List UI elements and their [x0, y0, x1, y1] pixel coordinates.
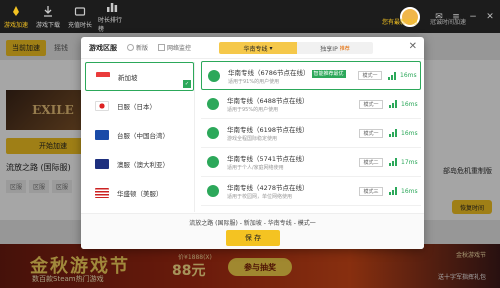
nav-label: 时长排行榜	[98, 17, 123, 33]
server-text: 华南专线（6198节点在线） 游戏全程国际稳定使用	[227, 124, 359, 142]
recommend-badge: 推荐	[339, 45, 350, 52]
server-name: 华南专线（6488节点在线）	[227, 97, 309, 105]
dialog-title: 游戏区服	[89, 43, 117, 52]
server-text: 华南专线（6786节点在线） 智能推荐最优 适用于91%的用户使用	[228, 67, 358, 85]
nav-label: 游戏下载	[35, 22, 60, 29]
server-node-icon	[207, 98, 219, 110]
download-icon	[41, 4, 55, 18]
server-ping: 16ms	[401, 129, 418, 137]
mode-select[interactable]: 模式一	[359, 128, 383, 138]
radio-icon	[127, 44, 134, 51]
option-label: 网络监控	[167, 45, 192, 52]
server-subtitle: 适用于95%的用户使用	[227, 107, 279, 113]
server-item[interactable]: 华南专线（4278节点在线） 适用于校园网，单位网络使用 模式三 16ms	[201, 177, 421, 206]
server-node-icon	[207, 156, 219, 168]
nav-ranking[interactable]: 时长排行榜	[98, 0, 126, 33]
server-name: 华南专线（6198节点在线）	[227, 126, 309, 134]
chevron-down-icon: ▾	[269, 44, 273, 52]
server-subtitle: 适用于校园网，单位网络使用	[227, 194, 293, 200]
tab-exclusive-ip[interactable]: 独享IP 推荐	[297, 42, 373, 54]
server-name: 华南专线（4278节点在线）	[227, 184, 309, 192]
region-item-australia[interactable]: 澳服（澳大利亚）	[85, 149, 194, 178]
time-info: 冠诚时间加速	[430, 19, 467, 26]
server-node-icon	[208, 69, 220, 82]
minimize-icon[interactable]: −	[467, 12, 479, 22]
region-label: 新加坡	[118, 73, 138, 82]
japan-flag-icon	[95, 100, 109, 111]
region-list: 新加坡 ✓ 日服（日本） 台服（中国台湾） 澳服（澳大利亚） 华盛顿（美服） ︾	[85, 62, 195, 241]
server-node-icon	[207, 127, 219, 139]
close-icon[interactable]: ✕	[409, 41, 417, 52]
region-label: 日服（日本）	[117, 102, 156, 111]
singapore-flag-icon	[96, 71, 110, 82]
rocket-icon	[9, 4, 23, 18]
region-item-japan[interactable]: 日服（日本）	[85, 91, 194, 120]
nav-game-accelerate[interactable]: 游戏加速	[2, 0, 30, 33]
server-select-dialog: 游戏区服 新版 网络监控 华南专线 ▾ 独享IP 推荐 ✕ 新加坡 ✓ 日服（日本…	[81, 37, 424, 249]
server-ping: 16ms	[400, 72, 417, 79]
region-label: 澳服（澳大利亚）	[117, 160, 169, 169]
smart-recommend-badge: 智能推荐最优	[311, 69, 346, 78]
region-label: 华盛顿（美服）	[117, 189, 163, 198]
taiwan-flag-icon	[95, 129, 109, 140]
checkbox-icon	[158, 44, 166, 51]
server-text: 华南专线（5741节点在线） 适用于个人/家庭网络使用	[227, 153, 359, 171]
nav-game-download[interactable]: 游戏下载	[34, 0, 62, 33]
server-item[interactable]: 华南专线（6488节点在线） 适用于95%的用户使用 模式一 16ms	[201, 90, 421, 119]
region-label: 台服（中国台湾）	[117, 131, 169, 140]
dialog-header: 游戏区服 新版 网络监控 华南专线 ▾ 独享IP 推荐 ✕	[81, 37, 424, 59]
mode-select[interactable]: 模式二	[359, 157, 383, 167]
mode-select[interactable]: 模式三	[359, 186, 383, 196]
server-ping: 16ms	[401, 100, 418, 108]
tab-south-china-line[interactable]: 华南专线 ▾	[219, 42, 297, 54]
tab-label: 独享IP	[320, 45, 338, 53]
server-ping: 16ms	[401, 187, 418, 195]
nav-label: 充值时长	[67, 22, 92, 29]
signal-icon	[388, 71, 396, 80]
new-version-option[interactable]: 新版	[127, 43, 148, 52]
signal-icon	[389, 129, 397, 137]
top-bar: 游戏加速 游戏下载 充值时长 时长排行榜 ✉ ≡ − ✕ 您有最新消息 冠诚时间…	[0, 0, 500, 33]
signal-icon	[389, 100, 397, 108]
wallet-icon	[73, 4, 87, 18]
server-list: 华南专线（6786节点在线） 智能推荐最优 适用于91%的用户使用 模式一 16m…	[201, 61, 421, 211]
region-item-singapore[interactable]: 新加坡 ✓	[85, 62, 194, 91]
dialog-footer: 流放之路 (国际服) - 新加坡 - 华南专线 - 模式一 保 存	[81, 213, 424, 249]
checkmark-icon: ✓	[183, 80, 191, 88]
server-item[interactable]: 华南专线（5741节点在线） 适用于个人/家庭网络使用 模式二 17ms	[201, 148, 421, 177]
server-name: 华南专线（5741节点在线）	[227, 155, 309, 163]
server-text: 华南专线（4278节点在线） 适用于校园网，单位网络使用	[227, 182, 359, 200]
selection-summary: 流放之路 (国际服) - 新加坡 - 华南专线 - 模式一	[189, 220, 316, 227]
nav-label: 游戏加速	[3, 22, 28, 29]
tab-label: 华南专线	[243, 45, 268, 53]
region-item-usa[interactable]: 华盛顿（美服）	[85, 178, 194, 207]
nav-recharge[interactable]: 充值时长	[66, 0, 94, 33]
line-type-switch: 华南专线 ▾ 独享IP 推荐	[219, 42, 373, 54]
signal-icon	[389, 158, 397, 166]
mode-select[interactable]: 模式一	[359, 99, 383, 109]
server-subtitle: 游戏全程国际稳定使用	[227, 136, 278, 142]
usa-flag-icon	[95, 187, 109, 198]
server-text: 华南专线（6488节点在线） 适用于95%的用户使用	[227, 95, 359, 113]
australia-flag-icon	[95, 158, 109, 169]
server-subtitle: 适用于个人/家庭网络使用	[227, 165, 284, 171]
server-ping: 17ms	[401, 158, 418, 166]
network-monitor-option[interactable]: 网络监控	[158, 43, 191, 52]
message-notice[interactable]: 您有最新消息	[382, 17, 418, 26]
ranking-icon	[105, 0, 119, 13]
option-label: 新版	[136, 45, 149, 52]
close-icon[interactable]: ✕	[484, 12, 496, 22]
signal-icon	[389, 187, 397, 195]
server-subtitle: 适用于91%的用户使用	[228, 78, 280, 85]
server-name: 华南专线（6786节点在线） 智能推荐最优	[228, 67, 358, 78]
server-item[interactable]: 华南专线（6198节点在线） 游戏全程国际稳定使用 模式一 16ms	[201, 119, 421, 148]
server-node-icon	[207, 185, 219, 197]
server-name-text: 华南专线（6786节点在线）	[228, 68, 310, 77]
save-button[interactable]: 保 存	[226, 230, 280, 246]
server-item[interactable]: 华南专线（6786节点在线） 智能推荐最优 适用于91%的用户使用 模式一 16m…	[201, 61, 421, 90]
mode-select[interactable]: 模式一	[358, 71, 382, 80]
region-item-taiwan[interactable]: 台服（中国台湾）	[85, 120, 194, 149]
